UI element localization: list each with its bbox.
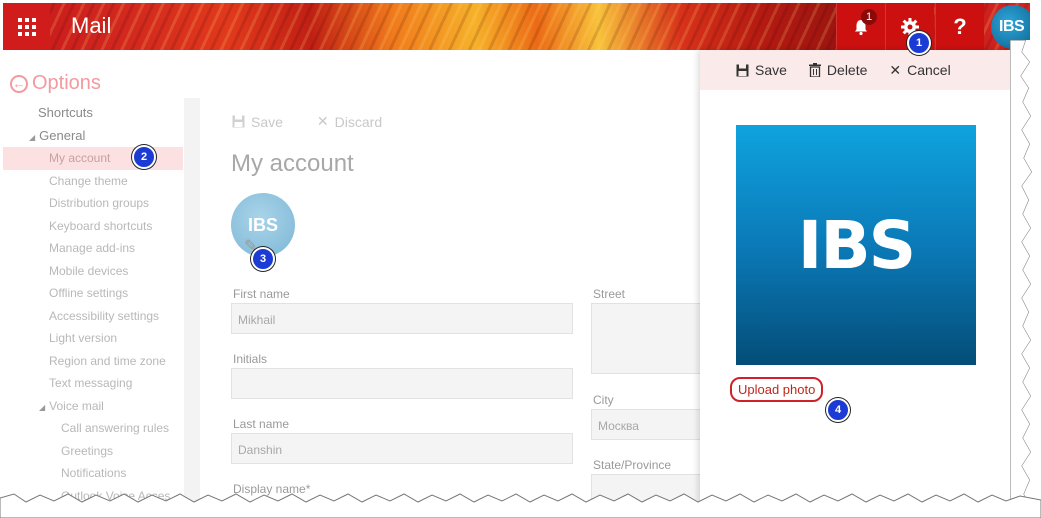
ibs-logo: IBS (797, 206, 916, 284)
collapse-triangle-icon: ◢ (29, 132, 36, 142)
panel-save-button[interactable]: Save (736, 62, 787, 78)
nav-item-my-account[interactable]: My account (3, 147, 183, 170)
nav-item-light-version[interactable]: Light version (3, 327, 183, 350)
nav-item-distribution-groups[interactable]: Distribution groups (3, 192, 183, 215)
close-icon: ✕ (316, 113, 329, 129)
initials-label: Initials (233, 352, 268, 366)
waffle-icon (17, 17, 36, 36)
nav-item-general[interactable]: ◢ General (3, 125, 183, 148)
close-icon: ✕ (889, 61, 902, 78)
first-name-field[interactable]: Mikhail (231, 303, 573, 334)
nav-item-manage-add-ins[interactable]: Manage add-ins (3, 237, 183, 260)
nav-item-greetings[interactable]: Greetings (3, 440, 183, 463)
panel-cancel-button[interactable]: ✕ Cancel (889, 62, 950, 79)
main-save-button[interactable]: Save (232, 113, 283, 130)
torn-edge-right (1010, 40, 1041, 518)
upload-photo-link[interactable]: Upload photo (730, 377, 824, 402)
app-launcher-button[interactable] (3, 3, 50, 50)
options-label: Options (32, 72, 101, 94)
street-label: Street (593, 287, 626, 301)
panel-delete-button[interactable]: Delete (808, 62, 867, 78)
nav-item-voice-mail[interactable]: ◢ Voice mail (3, 395, 183, 418)
collapse-triangle-icon: ◢ (39, 402, 46, 412)
main-discard-button[interactable]: ✕ Discard (317, 113, 382, 130)
top-bar: Mail 1 ? IBS (3, 3, 1030, 50)
nav-item-change-theme[interactable]: Change theme (3, 170, 183, 193)
nav-item-accessibility-settings[interactable]: Accessibility settings (3, 305, 183, 328)
first-name-label: First name (233, 287, 290, 301)
last-name-label: Last name (233, 417, 290, 431)
callout-marker: 1 (907, 31, 931, 55)
main-toolbar: Save ✕ Discard (232, 113, 382, 130)
photo-panel-toolbar: Save Delete ✕ Cancel (700, 50, 1030, 90)
initials-field[interactable] (231, 368, 573, 399)
photo-panel: Save Delete ✕ Cancel IBS Upload photo (700, 50, 1030, 506)
save-icon (736, 64, 749, 76)
options-back-link[interactable]: ← Options (10, 72, 101, 95)
callout-marker: 4 (826, 398, 850, 422)
nav-item-offline-settings[interactable]: Offline settings (3, 282, 183, 305)
help-icon: ? (953, 13, 967, 39)
notification-badge: 1 (861, 9, 877, 25)
nav-item-text-messaging[interactable]: Text messaging (3, 372, 183, 395)
city-label: City (593, 393, 614, 407)
torn-edge-bottom (0, 493, 1041, 518)
callout-marker: 3 (251, 247, 275, 271)
save-icon (232, 115, 245, 128)
page-title: My account (231, 150, 354, 177)
city-field[interactable]: Москва (591, 409, 711, 440)
app-title: Mail (71, 13, 112, 38)
notifications-button[interactable]: 1 (836, 3, 885, 50)
callout-marker: 2 (132, 145, 156, 169)
nav-item-call-answering-rules[interactable]: Call answering rules (3, 417, 183, 440)
state-label: State/Province (593, 458, 672, 472)
nav-item-shortcuts[interactable]: Shortcuts (3, 102, 183, 125)
screenshot-frame: Mail 1 ? IBS ← Options Shortcuts ◢ Genera… (0, 0, 1030, 506)
nav-item-mobile-devices[interactable]: Mobile devices (3, 260, 183, 283)
profile-photo-preview: IBS (736, 125, 976, 365)
options-nav: Shortcuts ◢ General My account Change the… (3, 102, 183, 506)
street-field[interactable] (591, 303, 711, 374)
help-button[interactable]: ? (935, 3, 984, 50)
back-arrow-icon: ← (10, 74, 28, 93)
last-name-field[interactable]: Danshin (231, 433, 573, 464)
trash-icon (808, 63, 821, 77)
nav-item-keyboard-shortcuts[interactable]: Keyboard shortcuts (3, 215, 183, 238)
nav-item-region-time-zone[interactable]: Region and time zone (3, 350, 183, 373)
nav-item-notifications[interactable]: Notifications (3, 462, 183, 485)
nav-scrollbar[interactable] (184, 98, 200, 506)
